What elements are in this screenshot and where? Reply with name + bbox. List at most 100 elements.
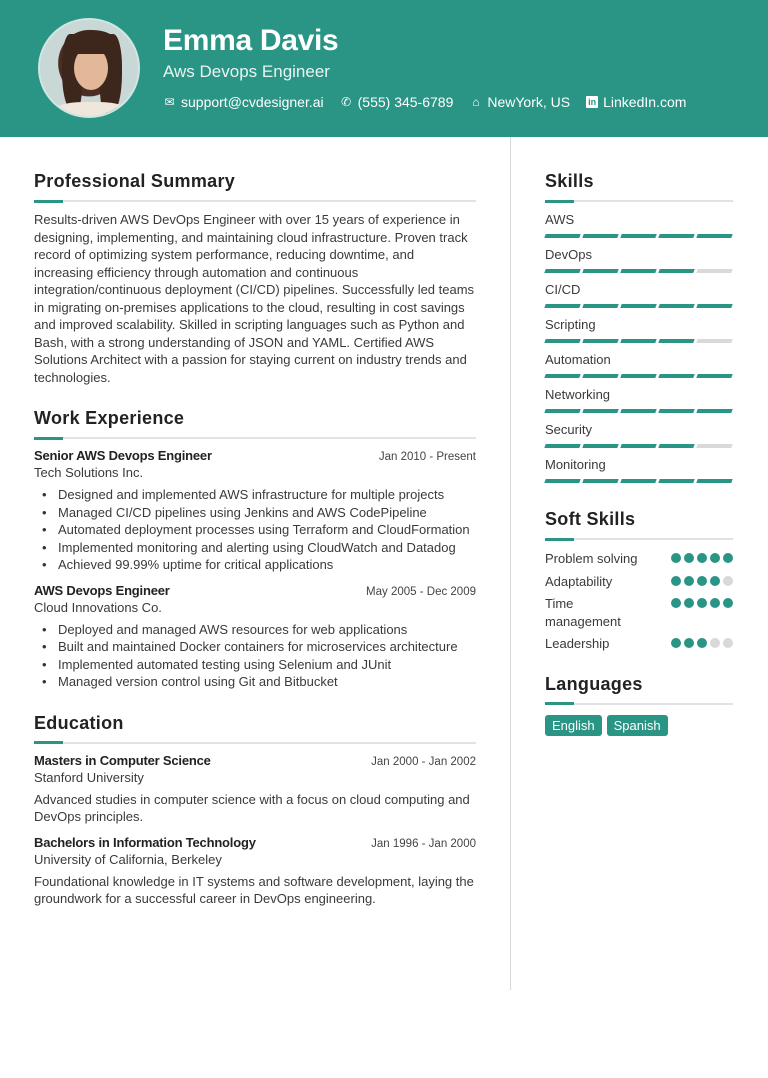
skill-segment-filled (696, 374, 733, 378)
job-bullets: Deployed and managed AWS resources for w… (34, 621, 476, 691)
language-tags: English Spanish (545, 714, 733, 736)
rating-dot-filled (697, 598, 707, 608)
skill-segment-filled (582, 479, 619, 483)
skill-level-bar (544, 304, 733, 308)
degree-title: Bachelors in Information Technology (34, 834, 256, 850)
rating-dot-filled (671, 598, 681, 608)
skill-segment-filled (696, 409, 733, 413)
section-divider (545, 702, 733, 705)
rating-dot-empty (710, 638, 720, 648)
rating-dot-empty (723, 638, 733, 648)
job-bullets: Designed and implemented AWS infrastruct… (34, 486, 476, 574)
job-title: AWS Devops Engineer (34, 582, 170, 598)
section-title: Skills (545, 171, 594, 191)
soft-skill-name: Problem solving (545, 551, 638, 566)
rating-dot-filled (697, 553, 707, 563)
school-name: University of California, Berkeley (34, 851, 222, 867)
job-bullet: Automated deployment processes using Ter… (42, 521, 476, 539)
skill-segment-filled (544, 269, 581, 273)
contact-phone-text: (555) 345-6789 (357, 94, 454, 110)
skill-item: CI/CD (544, 282, 733, 308)
skill-segment-filled (582, 374, 619, 378)
contact-list: ✉ support@cvdesigner.ai ✆ (555) 345-6789… (163, 94, 686, 110)
job-bullet: Managed version control using Git and Bi… (42, 673, 476, 691)
contact-linkedin[interactable]: in LinkedIn.com (586, 94, 686, 110)
skills-section: Skills AWS DevOps CI/CD Scripting Automation… (544, 171, 733, 483)
sidebar-column: Skills AWS DevOps CI/CD Scripting Automation… (544, 171, 733, 736)
skill-segment-filled (620, 234, 657, 238)
skill-segment-filled (620, 374, 657, 378)
job-bullet: Deployed and managed AWS resources for w… (42, 621, 476, 639)
school-name: Stanford University (34, 769, 144, 785)
job-bullet: Achieved 99.99% uptime for critical appl… (42, 556, 476, 574)
photo-hair-top (68, 30, 116, 54)
skill-segment-filled (582, 444, 619, 448)
skill-segment-filled (658, 444, 695, 448)
section-divider (34, 199, 476, 203)
skill-segment-empty (696, 339, 733, 343)
skill-level-bar (544, 374, 733, 378)
skill-name: Networking (545, 387, 611, 402)
skill-segment-filled (544, 479, 581, 483)
rating-dot-filled (684, 598, 694, 608)
skill-segment-filled (620, 444, 657, 448)
skill-name: Automation (545, 352, 611, 367)
skill-segment-filled (620, 339, 657, 343)
skill-segment-filled (582, 339, 619, 343)
skill-segment-filled (582, 304, 619, 308)
skill-segment-filled (620, 409, 657, 413)
summary-text: Results-driven AWS DevOps Engineer with … (34, 212, 475, 385)
rating-dot-filled (723, 598, 733, 608)
education-header: Masters in Computer Science Jan 2000 - J… (34, 753, 476, 768)
job-date: Jan 2010 - Present (378, 451, 476, 463)
job-bullet: Managed CI/CD pipelines using Jenkins an… (42, 504, 476, 522)
home-icon: ⌂ (472, 95, 480, 109)
skill-segment-filled (620, 304, 657, 308)
skill-segment-filled (658, 269, 695, 273)
contact-email[interactable]: ✉ support@cvdesigner.ai (163, 94, 324, 110)
section-divider (545, 199, 733, 203)
education-description: Foundational knowledge in IT systems and… (34, 873, 474, 907)
main-column: Professional Summary Results-driven AWS … (34, 171, 476, 908)
soft-skill-item: Leadership (545, 635, 733, 653)
skill-level-bar (544, 409, 733, 413)
soft-skill-name: Adaptability (545, 573, 613, 589)
soft-skill-item: Adaptability (545, 573, 733, 591)
languages-section: Languages English Spanish (545, 674, 733, 736)
skill-segment-filled (658, 234, 695, 238)
skill-segment-filled (544, 409, 581, 413)
soft-skill-item: Time management (545, 595, 733, 630)
skill-name: CI/CD (545, 282, 581, 297)
job-bullet: Designed and implemented AWS infrastruct… (42, 486, 476, 504)
section-divider (545, 537, 733, 541)
skill-name: Security (545, 422, 592, 437)
mail-icon: ✉ (164, 95, 175, 109)
language-tag: Spanish (606, 714, 668, 736)
job-date: May 2005 - Dec 2009 (366, 585, 476, 598)
contact-phone[interactable]: ✆ (555) 345-6789 (340, 94, 454, 110)
degree-title: Masters in Computer Science (34, 752, 211, 768)
rating-dot-filled (697, 575, 707, 586)
soft-skill-rating (671, 598, 733, 608)
rating-dot-filled (710, 598, 720, 608)
candidate-name: Emma Davis (163, 24, 339, 57)
skill-name: DevOps (545, 247, 592, 262)
soft-skill-name: Leadership (545, 636, 610, 651)
rating-dot-filled (710, 575, 720, 586)
contact-linkedin-text: LinkedIn.com (603, 94, 687, 110)
job-bullet: Implemented automated testing using Sele… (42, 656, 476, 674)
contact-location-text: NewYork, US (487, 94, 571, 110)
soft-skill-rating (671, 553, 733, 563)
rating-dot-filled (710, 553, 720, 563)
education-entry: Bachelors in Information Technology Jan … (34, 835, 476, 908)
skill-level-bar (544, 234, 733, 238)
profile-photo (38, 18, 140, 118)
section-title: Work Experience (34, 408, 185, 428)
rating-dot-empty (723, 575, 733, 586)
skill-level-bar (544, 269, 733, 273)
summary-section: Professional Summary Results-driven AWS … (34, 171, 476, 386)
contact-email-text: support@cvdesigner.ai (181, 94, 324, 110)
rating-dot-filled (723, 553, 733, 563)
education-description: Advanced studies in computer science wit… (34, 791, 470, 825)
soft-skill-item: Problem solving (545, 550, 733, 568)
